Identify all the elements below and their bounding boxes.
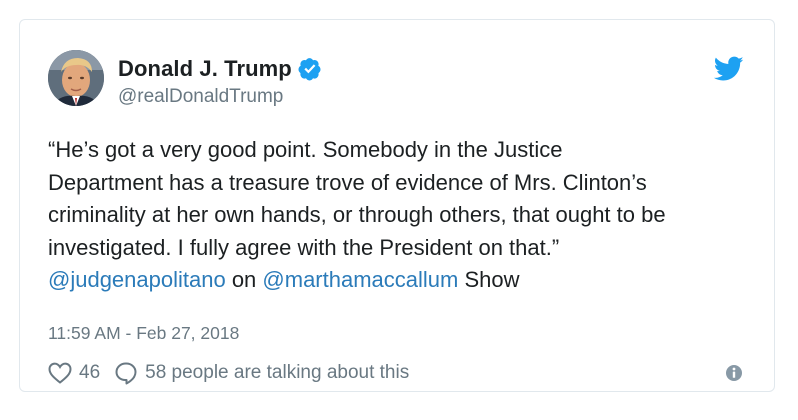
name-row: Donald J. Trump [118,54,322,84]
tweet-line: Department has a treasure trove of evide… [48,169,647,195]
verified-badge-icon [298,57,322,81]
like-count: 46 [79,362,101,383]
tweet-header: Donald J. Trump @realDonaldTrump [48,50,746,110]
tweet-actions: 46 58 people are talking about this [48,360,746,386]
avatar[interactable] [48,50,104,106]
mention-suffix: Show [458,267,520,293]
speech-bubble-icon [114,361,138,385]
tweet-line-mentions: @judgenapolitano on @marthamaccallum Sho… [48,264,758,297]
tweet-line: investigated. I fully agree with the Pre… [48,234,560,260]
author-info: Donald J. Trump @realDonaldTrump [118,54,322,108]
mention-connector: on [225,267,263,293]
author-handle[interactable]: @realDonaldTrump [118,86,322,108]
heart-icon [48,362,72,384]
tweet-timestamp[interactable]: 11:59 AM - Feb 27, 2018 [48,323,239,344]
twitter-bird-icon[interactable] [713,56,744,82]
display-name[interactable]: Donald J. Trump [118,56,292,82]
info-icon[interactable] [725,364,743,382]
mention-link-marthamaccallum[interactable]: @marthamaccallum [262,267,458,292]
mention-link-judgenapolitano[interactable]: @judgenapolitano [48,267,226,292]
reply-button[interactable]: 58 people are talking about this [114,361,409,385]
talking-about-text: 58 people are talking about this [145,362,410,383]
tweet-text: “He’s got a very good point. Somebody in… [48,134,758,297]
like-button[interactable]: 46 [48,362,114,384]
tweet-line: criminality at her own hands, or through… [48,202,666,228]
tweet-card[interactable]: Donald J. Trump @realDonaldTrump “He’s g… [19,19,775,392]
tweet-line: “He’s got a very good point. Somebody in… [48,137,563,162]
